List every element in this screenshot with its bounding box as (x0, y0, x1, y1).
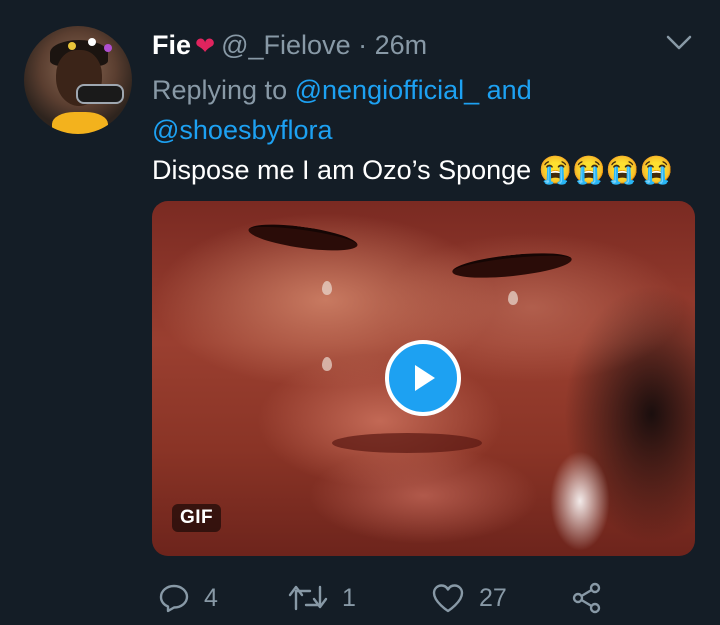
tweet-actions: 4 1 27 (158, 580, 603, 616)
replying-prefix: Replying to (152, 75, 288, 105)
reply-button[interactable]: 4 (158, 582, 288, 614)
avatar[interactable] (24, 26, 132, 134)
like-button[interactable]: 27 (431, 583, 571, 613)
share-icon (572, 582, 601, 614)
separator-dot: · (358, 30, 368, 60)
avatar-bead (68, 42, 76, 50)
gif-media[interactable]: GIF (152, 201, 695, 556)
chevron-down-icon[interactable] (664, 30, 694, 56)
like-count: 27 (479, 583, 507, 612)
avatar-bead (88, 38, 96, 46)
media-eye (451, 248, 573, 283)
reply-joiner[interactable]: and (487, 75, 532, 105)
gif-badge: GIF (172, 504, 222, 532)
avatar-sunglasses (76, 84, 124, 104)
media-mouth (332, 433, 482, 453)
retweet-icon (288, 585, 328, 611)
play-button[interactable] (385, 340, 461, 416)
retweet-count: 1 (342, 583, 356, 612)
reply-count: 4 (204, 583, 218, 612)
media-tear (322, 357, 332, 371)
media-eye (247, 219, 359, 256)
replying-to: Replying to @nengiofficial_ and @shoesby… (152, 70, 632, 150)
avatar-bead (104, 44, 112, 52)
media-tear (322, 281, 332, 295)
tweet-text: Dispose me I am Ozo’s Sponge 😭😭😭😭 (152, 155, 674, 185)
play-icon (415, 365, 435, 391)
media-tear (508, 291, 518, 305)
reply-user-link[interactable]: @nengiofficial_ (295, 75, 480, 105)
share-button[interactable] (571, 582, 603, 614)
tweet-time[interactable]: 26m (375, 30, 428, 60)
media-light-flare (550, 451, 610, 551)
author-handle[interactable]: @_Fielove (221, 30, 350, 60)
heart-outline-icon (432, 584, 464, 613)
tweet-header: Fie ❤ @_Fielove · 26m (152, 28, 427, 64)
retweet-button[interactable]: 1 (288, 583, 431, 613)
avatar-shirt (52, 112, 108, 134)
reply-user-link[interactable]: @shoesbyflora (152, 115, 333, 145)
author-name[interactable]: Fie (152, 30, 191, 60)
heart-emoji: ❤ (195, 33, 216, 60)
reply-icon (159, 584, 189, 613)
